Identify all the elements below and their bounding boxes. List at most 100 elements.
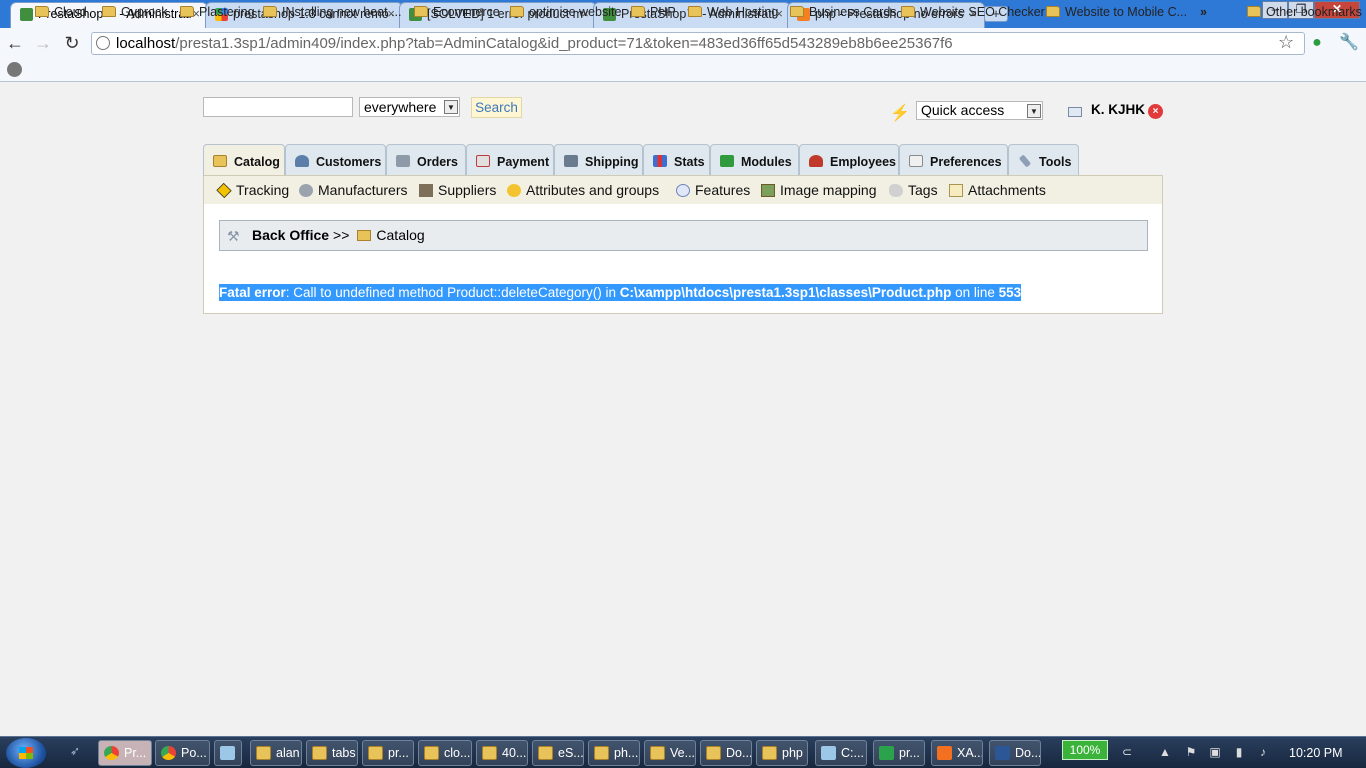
tab-tools[interactable]: Tools <box>1008 144 1079 175</box>
bar-chart-icon <box>653 155 667 167</box>
chevron-down-icon: ▼ <box>444 100 458 114</box>
apps-icon[interactable] <box>7 62 22 77</box>
folder-icon <box>368 746 383 760</box>
tab-label: Customers <box>316 155 382 169</box>
bookmark-gyprock[interactable]: Gyprock <box>102 4 168 20</box>
bookmark-php[interactable]: PHP <box>631 4 676 20</box>
tab-payment[interactable]: Payment <box>466 144 554 175</box>
start-button[interactable] <box>6 738 46 768</box>
extension-icon[interactable]: ● <box>1308 34 1326 52</box>
taskbar-item-php[interactable]: php <box>756 740 808 766</box>
bird-icon[interactable]: ➶ <box>68 744 82 758</box>
bookmark-webhosting[interactable]: Web Hosting <box>688 4 778 20</box>
bookmarks-overflow-button[interactable]: » <box>1200 4 1207 20</box>
bookmark-plastering[interactable]: Plastering <box>180 4 255 20</box>
bookmark-seochecker[interactable]: Website SEO Checker <box>901 4 1045 20</box>
lightning-icon: ⚡ <box>890 105 910 122</box>
subtab-suppliers[interactable]: Suppliers <box>418 181 496 199</box>
folder-icon <box>510 6 524 17</box>
clock[interactable]: 10:20 PM <box>1289 746 1343 760</box>
tab-preferences[interactable]: Preferences <box>899 144 1008 175</box>
taskbar-label: pr... <box>899 746 920 760</box>
taskbar-item-flag[interactable]: pr... <box>873 740 925 766</box>
folder-icon <box>213 155 227 167</box>
subtab-attributes[interactable]: Attributes and groups <box>506 181 659 199</box>
bookmark-label: INstalling new heat ... <box>282 5 402 19</box>
taskbar-item-ph[interactable]: ph... <box>588 740 640 766</box>
breadcrumb-root[interactable]: Back Office <box>252 227 329 243</box>
truck-icon <box>419 184 433 197</box>
taskbar-item-tabs[interactable]: tabs <box>306 740 358 766</box>
subtab-tags[interactable]: Tags <box>888 181 938 199</box>
back-arrow-icon[interactable]: ← <box>4 32 26 54</box>
tab-label: Shipping <box>585 155 639 169</box>
payment-icon <box>476 155 490 167</box>
taskbar-item-xampp[interactable]: XA... <box>931 740 983 766</box>
taskbar-item-chrome-1[interactable]: Pr... <box>98 740 152 766</box>
taskbar-item-window[interactable] <box>214 740 242 766</box>
truck-icon <box>564 155 578 167</box>
folder-icon <box>706 746 721 760</box>
taskbar-item-do[interactable]: Do... <box>700 740 752 766</box>
subtab-attachments[interactable]: Attachments <box>948 181 1046 199</box>
eye-icon <box>676 184 690 197</box>
attributes-icon <box>507 184 521 197</box>
taskbar-item-40[interactable]: 40... <box>476 740 528 766</box>
taskbar-item-es[interactable]: eS... <box>532 740 584 766</box>
bookmark-websitemobile[interactable]: Website to Mobile C... <box>1046 4 1187 20</box>
address-bar[interactable]: localhost/presta1.3sp1/admin409/index.ph… <box>91 32 1305 55</box>
tab-stats[interactable]: Stats <box>643 144 710 175</box>
other-bookmarks[interactable]: Other bookmarks <box>1247 4 1362 20</box>
chevron-up-icon[interactable]: ▲ <box>1158 745 1172 759</box>
reload-icon[interactable]: ↻ <box>61 32 83 54</box>
wrench-icon: ⚒ <box>227 228 240 244</box>
tab-modules[interactable]: Modules <box>710 144 799 175</box>
search-scope-select[interactable]: everywhere ▼ <box>359 97 460 117</box>
employee-card-icon <box>1068 107 1082 117</box>
bookmark-installing[interactable]: INstalling new heat ... <box>263 4 402 20</box>
power-icon[interactable]: ⊂ <box>1120 745 1134 759</box>
device-icon[interactable]: ▣ <box>1208 745 1222 759</box>
quick-access-select[interactable]: Quick access ▼ <box>916 101 1043 120</box>
subtab-image-mapping[interactable]: Image mapping <box>760 181 877 199</box>
bookmark-businesscards[interactable]: Business Cards <box>790 4 897 20</box>
admin-page: everywhere ▼ Search ⚡ Quick access ▼ K. … <box>0 83 1366 736</box>
taskbar-item-clo[interactable]: clo... <box>418 740 472 766</box>
volume-icon[interactable]: ♪ <box>1256 745 1270 759</box>
tab-shipping[interactable]: Shipping <box>554 144 643 175</box>
taskbar-item-alan[interactable]: alan <box>250 740 302 766</box>
search-button[interactable]: Search <box>471 97 522 118</box>
taskbar-label: pr... <box>388 746 409 760</box>
signal-icon[interactable]: ▮ <box>1232 745 1246 759</box>
bookmark-star-icon[interactable]: ☆ <box>1278 32 1294 53</box>
taskbar-item-notepad[interactable]: C:... <box>815 740 867 766</box>
taskbar-item-ve[interactable]: Ve... <box>644 740 696 766</box>
subtab-features[interactable]: Features <box>675 181 750 199</box>
tab-employees[interactable]: Employees <box>799 144 899 175</box>
subtab-label: Suppliers <box>438 182 497 198</box>
battery-indicator[interactable]: 100% <box>1062 740 1108 760</box>
taskbar-item-pr[interactable]: pr... <box>362 740 414 766</box>
tab-catalog[interactable]: Catalog <box>203 144 285 176</box>
subtab-label: Image mapping <box>780 182 877 198</box>
bookmark-optimise[interactable]: optimise website <box>510 4 621 20</box>
subtab-tracking[interactable]: Tracking <box>216 181 289 199</box>
flag-icon[interactable]: ⚑ <box>1184 745 1198 759</box>
forward-arrow-icon[interactable]: → <box>32 32 54 54</box>
taskbar-item-chrome-2[interactable]: Po... <box>155 740 210 766</box>
tab-label: Orders <box>417 155 458 169</box>
folder-icon <box>538 746 553 760</box>
search-input[interactable] <box>203 97 353 117</box>
logout-icon[interactable]: × <box>1148 104 1163 119</box>
user-name[interactable]: K. KJHK <box>1091 102 1145 117</box>
tab-orders[interactable]: Orders <box>386 144 466 175</box>
subtab-manufacturers[interactable]: Manufacturers <box>298 181 407 199</box>
breadcrumb: ⚒ Back Office >> Catalog <box>219 220 1148 251</box>
taskbar-item-word[interactable]: Do... <box>989 740 1041 766</box>
page-info-icon[interactable] <box>96 36 110 50</box>
wrench-menu-icon[interactable]: 🔧 <box>1339 34 1359 52</box>
tab-customers[interactable]: Customers <box>285 144 386 175</box>
bookmark-cloud[interactable]: Cloud <box>35 4 87 20</box>
bookmark-ecommerce[interactable]: Ecommerce <box>414 4 500 20</box>
folder-icon <box>180 6 194 17</box>
